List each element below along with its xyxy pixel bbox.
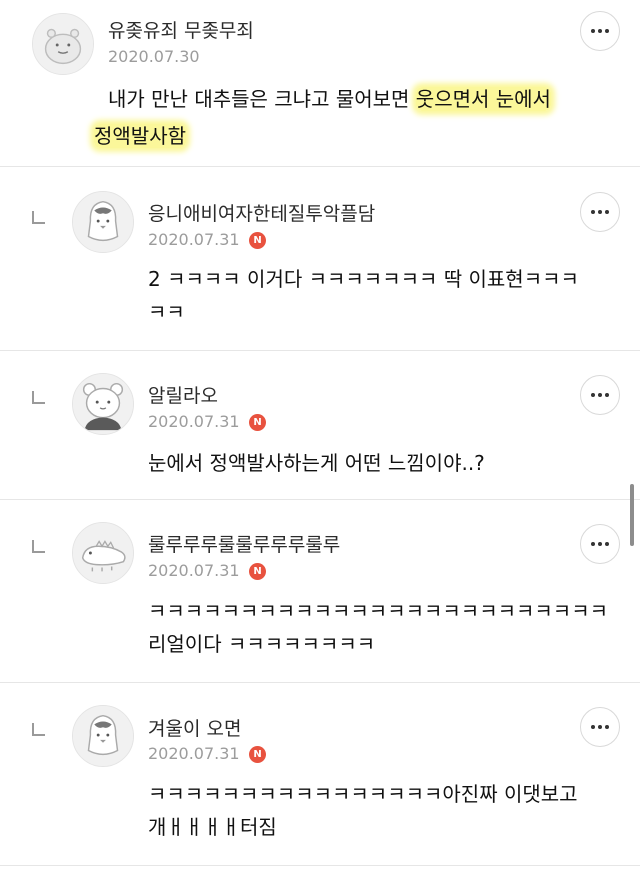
- comment-text-line2: 리얼이다 ㅋㅋㅋㅋㅋㅋㅋㅋ: [148, 632, 376, 656]
- new-badge-icon: N: [249, 563, 266, 580]
- highlighted-text: 정액발사함: [94, 124, 186, 148]
- more-options-icon: [591, 725, 595, 729]
- comment-text: 눈에서 정액발사하는게 어떤 느낌이야..?: [148, 451, 485, 475]
- avatar[interactable]: [72, 191, 134, 253]
- dinosaur-avatar-icon: [73, 523, 133, 583]
- comment-text-line2: ㅋㅋ: [148, 300, 185, 324]
- comment-date: 2020.07.31: [148, 744, 240, 763]
- comment-text: ㅋㅋㅋㅋㅋㅋㅋㅋㅋㅋㅋㅋㅋㅋㅋㅋㅋㅋㅋㅋㅋㅋㅋㅋㅋ: [148, 599, 608, 623]
- more-options-button[interactable]: [580, 11, 620, 51]
- more-options-button[interactable]: [580, 375, 620, 415]
- hippo-avatar-icon: [33, 14, 93, 74]
- reply-indent-icon: [32, 391, 45, 404]
- reply-indent-icon: [32, 723, 45, 736]
- more-options-icon: [591, 29, 595, 33]
- comment-date: 2020.07.31: [148, 561, 240, 580]
- comment-text: 내가 만난 대추들은 크냐고 물어보면 웃으면서 눈에서: [108, 81, 551, 118]
- more-options-button[interactable]: [580, 524, 620, 564]
- comment-text-plain: 내가 만난 대추들은 크냐고 물어보면: [108, 87, 416, 111]
- highlighted-text: 웃으면서 눈에서: [415, 87, 551, 111]
- scrollbar[interactable]: [630, 484, 634, 546]
- comment-text-line2: 정액발사함: [94, 118, 186, 155]
- reply-indent-icon: [32, 540, 45, 553]
- penguin-avatar-icon: [73, 192, 133, 252]
- more-options-icon: [591, 210, 595, 214]
- avatar[interactable]: [72, 373, 134, 435]
- reply-item: 겨울이 오면 2020.07.31 N ㅋㅋㅋㅋㅋㅋㅋㅋㅋㅋㅋㅋㅋㅋㅋㅋ아진짜 …: [0, 683, 640, 866]
- comment-text: ㅋㅋㅋㅋㅋㅋㅋㅋㅋㅋㅋㅋㅋㅋㅋㅋ아진짜 이댓보고: [148, 782, 578, 806]
- avatar[interactable]: [32, 13, 94, 75]
- more-options-button[interactable]: [580, 707, 620, 747]
- more-options-icon: [591, 542, 595, 546]
- new-badge-icon: N: [249, 746, 266, 763]
- reply-item: 알릴라오 2020.07.31 N 눈에서 정액발사하는게 어떤 느낌이야..?: [0, 351, 640, 500]
- reply-item: 룰루루루룰룰루루루룰루 2020.07.31 N ㅋㅋㅋㅋㅋㅋㅋㅋㅋㅋㅋㅋㅋㅋㅋ…: [0, 500, 640, 683]
- comment-date: 2020.07.30: [108, 47, 200, 66]
- penguin-avatar-icon: [73, 706, 133, 766]
- comment-author[interactable]: 룰루루루룰룰루루루룰루: [148, 530, 340, 557]
- comment-date: 2020.07.31: [148, 412, 240, 431]
- comment-text: 2 ㅋㅋㅋㅋ 이거다 ㅋㅋㅋㅋㅋㅋㅋ 딱 이표현ㅋㅋㅋ: [148, 267, 579, 291]
- comment-date: 2020.07.31: [148, 230, 240, 249]
- comment-item: 유좆유죄 무좆무죄 2020.07.30 내가 만난 대추들은 크냐고 물어보면…: [0, 0, 640, 167]
- bear-avatar-icon: [73, 374, 133, 434]
- avatar[interactable]: [72, 705, 134, 767]
- more-options-button[interactable]: [580, 192, 620, 232]
- comment-author[interactable]: 유좆유죄 무좆무죄: [108, 16, 254, 43]
- comment-author[interactable]: 응니애비여자한테질투악플담: [148, 199, 375, 226]
- avatar[interactable]: [72, 522, 134, 584]
- new-badge-icon: N: [249, 414, 266, 431]
- more-options-icon: [591, 393, 595, 397]
- new-badge-icon: N: [249, 232, 266, 249]
- reply-item: 응니애비여자한테질투악플담 2020.07.31 N 2 ㅋㅋㅋㅋ 이거다 ㅋㅋ…: [0, 167, 640, 351]
- reply-indent-icon: [32, 211, 45, 224]
- comment-text-line2: 개ㅐㅐㅐㅐ터짐: [148, 815, 277, 839]
- comment-author[interactable]: 알릴라오: [148, 381, 218, 408]
- comment-author[interactable]: 겨울이 오면: [148, 714, 241, 741]
